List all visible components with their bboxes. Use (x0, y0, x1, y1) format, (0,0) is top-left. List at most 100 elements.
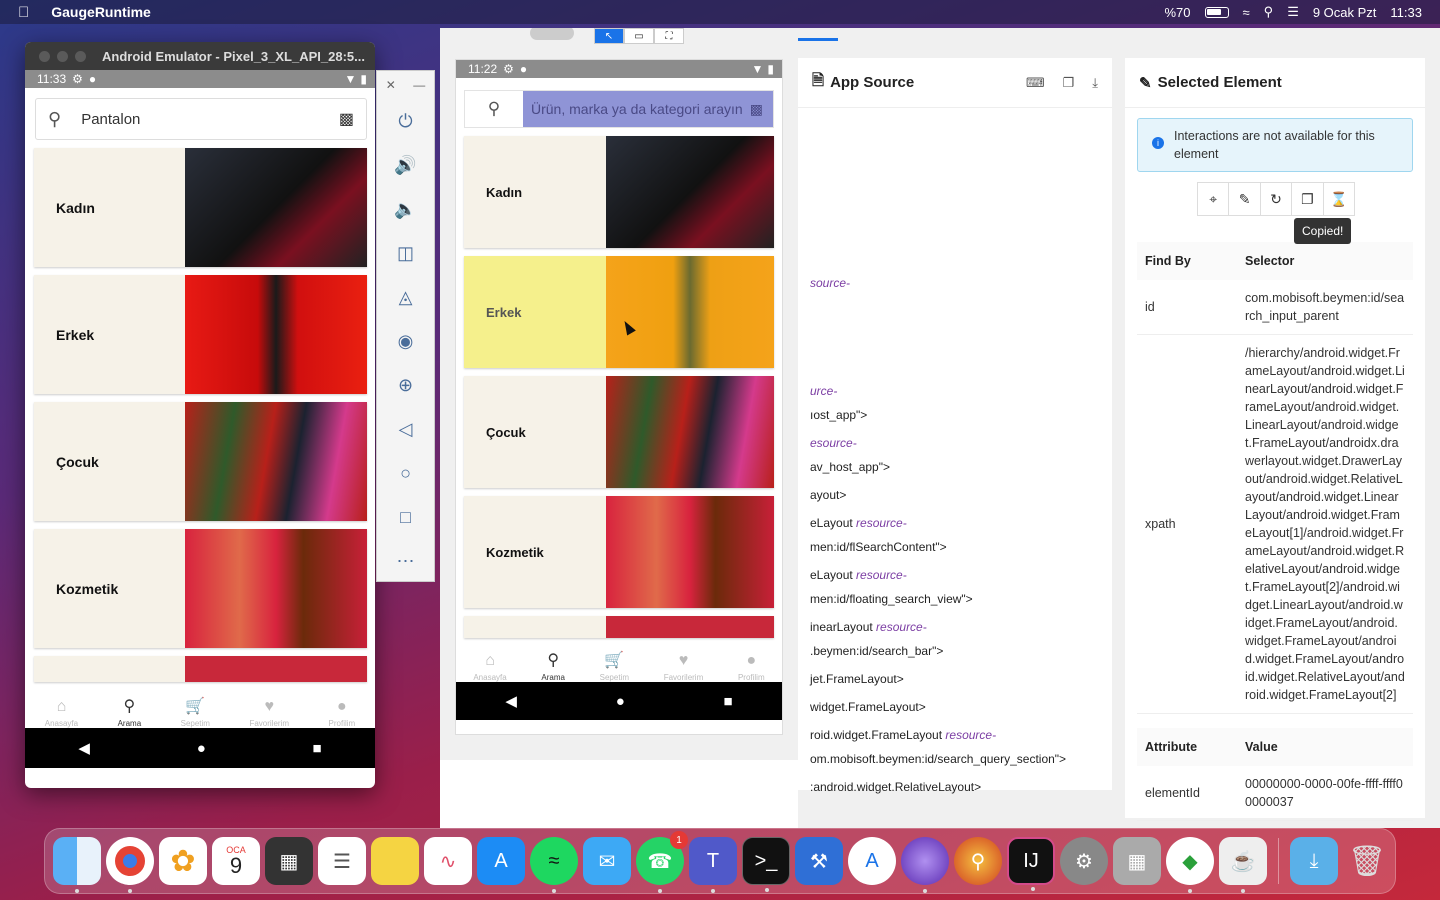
source-line[interactable]: men:id/floating_search_view"> (810, 592, 973, 606)
row-value[interactable]: com.mobisoft.beymen:id/search_input_pare… (1237, 280, 1413, 335)
back-icon[interactable]: ◁ (399, 407, 413, 451)
category-card-cosmetics[interactable]: Kozmetik (464, 496, 774, 608)
edit-icon[interactable]: ✎ (1229, 183, 1261, 215)
back-icon[interactable]: ◀ (505, 692, 517, 710)
overview-icon[interactable]: □ (400, 495, 411, 539)
xcode-icon[interactable]: ⚒ (795, 837, 843, 885)
nav-home[interactable]: ⌂ Anasayfa (473, 652, 506, 682)
spotify-icon[interactable]: ≈ (530, 837, 578, 893)
terminal-icon[interactable]: >_ (742, 837, 790, 892)
highlighted-element[interactable]: Ürün, marka ya da kategori arayın ▩ (523, 91, 773, 127)
finder-icon[interactable] (53, 837, 101, 893)
java-icon[interactable]: ☕ (1219, 837, 1267, 893)
mail-icon[interactable]: ✉ (583, 837, 631, 885)
category-card-men[interactable]: Erkek (34, 275, 367, 394)
source-line[interactable]: esource- (810, 436, 857, 450)
volume-up-icon[interactable]: 🔊 (394, 143, 416, 187)
magnifier-app-icon[interactable]: ⚲ (954, 837, 1002, 885)
control-center-icon[interactable]: ☰ (1287, 4, 1299, 20)
menubar-time[interactable]: 11:33 (1390, 5, 1422, 20)
launchpad-icon[interactable]: ▦ (1113, 837, 1161, 885)
select-element-button[interactable]: ↖ (594, 28, 624, 44)
intellij-icon[interactable]: IJ (1007, 837, 1055, 891)
app-menu-title[interactable]: GaugeRuntime (51, 4, 151, 20)
source-line[interactable]: om.mobisoft.beymen:id/search_query_secti… (810, 752, 1066, 766)
copy-icon[interactable]: ❐ (1292, 183, 1324, 215)
close-icon[interactable]: ✕ (386, 78, 396, 92)
source-line[interactable]: av_host_app"> (810, 460, 890, 474)
camera-icon[interactable]: ◉ (398, 319, 414, 363)
nav-favorites[interactable]: ♥ Favorilerim (249, 698, 289, 728)
category-card-cosmetics[interactable]: Kozmetik (34, 529, 367, 648)
photos-icon[interactable]: ✿ (159, 837, 207, 885)
locate-icon[interactable]: ⌖ (1198, 183, 1230, 215)
nav-search[interactable]: ⚲ Arama (118, 696, 142, 728)
nav-cart[interactable]: 🛒 Sepetim (600, 650, 629, 682)
zoom-icon[interactable]: ⊕ (398, 363, 413, 407)
nav-home[interactable]: ⌂ Anasayfa (45, 698, 78, 728)
battery-icon[interactable] (1204, 6, 1229, 18)
calculator-icon[interactable]: ▦ (265, 837, 313, 885)
mode-toggle[interactable] (530, 28, 574, 40)
source-line[interactable]: jet.FrameLayout> (810, 672, 904, 686)
source-line[interactable]: urce- (810, 384, 837, 398)
copy-icon[interactable]: ❐ (1063, 75, 1075, 91)
reminders-icon[interactable]: ☰ (318, 837, 366, 885)
back-icon[interactable]: ◀ (78, 739, 90, 757)
search-input[interactable]: ⚲ Ürün, marka ya da kategori arayın ▩ (464, 90, 774, 128)
recents-icon[interactable]: ■ (313, 740, 322, 757)
source-line[interactable]: widget.FrameLayout> (810, 700, 926, 714)
source-line[interactable]: men:id/flSearchContent"> (810, 540, 947, 554)
category-card-partial[interactable] (34, 656, 367, 682)
home-button-icon[interactable]: ● (616, 693, 625, 710)
chrome-icon[interactable] (106, 837, 154, 893)
app-store-icon[interactable]: A (477, 837, 525, 885)
source-line[interactable]: eLayout resource- (810, 516, 907, 530)
download-icon[interactable]: ⤓ (1092, 75, 1098, 91)
close-window-button[interactable] (39, 50, 50, 62)
apple-menu-icon[interactable]:  (18, 4, 29, 21)
nav-profile[interactable]: ● Profilim (738, 652, 765, 682)
notes-icon[interactable] (371, 837, 419, 885)
minimize-icon[interactable]: — (413, 78, 425, 92)
fullscreen-button[interactable]: ⛶ (654, 28, 684, 44)
refresh-icon[interactable]: ↻ (1261, 183, 1293, 215)
menubar-date[interactable]: 9 Ocak Pzt (1313, 5, 1377, 20)
source-line[interactable]: inearLayout resource- (810, 620, 927, 634)
minimize-window-button[interactable] (57, 50, 68, 62)
swipe-button[interactable]: ▭ (624, 28, 654, 44)
search-icon[interactable]: ⚲ (1264, 4, 1274, 20)
search-input[interactable]: ⚲ Pantalon ▩ (35, 98, 367, 140)
zoom-window-button[interactable] (75, 50, 86, 62)
source-line[interactable]: eLayout resource- (810, 568, 907, 582)
freeform-icon[interactable]: ∿ (424, 837, 472, 885)
recents-icon[interactable]: ■ (724, 693, 733, 710)
terminal-icon[interactable]: ⌨ (1026, 75, 1045, 91)
source-line[interactable]: ayout> (810, 488, 846, 502)
volume-down-icon[interactable]: 🔈 (394, 187, 416, 231)
wifi-icon[interactable]: ≈ (1243, 5, 1250, 20)
category-card-kids[interactable]: Çocuk (34, 402, 367, 521)
appium-inspector-icon[interactable]: A (848, 837, 896, 885)
row-value[interactable]: /hierarchy/android.widget.FrameLayout/an… (1237, 334, 1413, 714)
hourglass-icon[interactable]: ⌛ (1324, 183, 1354, 215)
nav-favorites[interactable]: ♥ Favorilerim (664, 652, 704, 682)
source-line[interactable]: .beymen:id/search_bar"> (810, 644, 943, 658)
nav-search[interactable]: ⚲ Arama (541, 650, 565, 682)
whatsapp-icon[interactable]: ☎ 1 (636, 831, 688, 893)
trash-icon[interactable]: 🗑 (1343, 837, 1391, 885)
spiral-app-icon[interactable] (901, 837, 949, 893)
home-button-icon[interactable]: ● (197, 740, 206, 757)
nav-cart[interactable]: 🛒 Sepetim (181, 696, 210, 728)
more-icon[interactable]: ⋯ (397, 539, 415, 583)
source-line[interactable]: source- (810, 276, 850, 290)
home-icon[interactable]: ○ (400, 451, 411, 495)
category-card-men[interactable]: Erkek (464, 256, 774, 368)
nav-profile[interactable]: ● Profilim (329, 698, 356, 728)
rotate-left-icon[interactable]: ◫ (397, 231, 414, 275)
category-card-kids[interactable]: Çocuk (464, 376, 774, 488)
source-line[interactable]: roid.widget.FrameLayout resource- (810, 728, 996, 742)
barcode-scan-icon[interactable]: ▩ (339, 109, 354, 129)
device-screenshot[interactable]: 11:22 ⚙ ● ▼ ▮ ⚲ Ürün, marka ya da kategor… (455, 59, 783, 735)
gauge-icon[interactable]: ◆ (1166, 837, 1214, 893)
